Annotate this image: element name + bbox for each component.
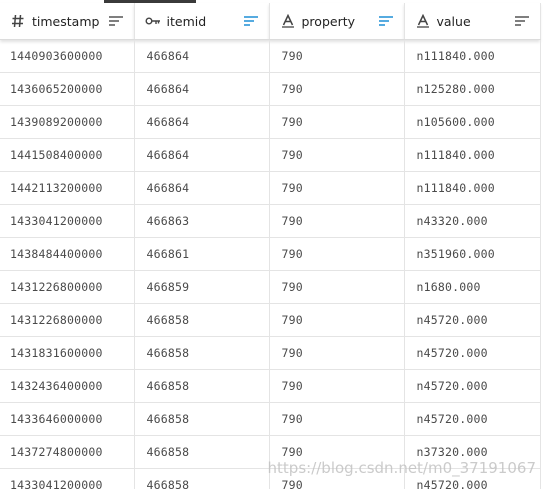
cell-timestamp[interactable]: 1440903600000	[0, 39, 135, 73]
cell-timestamp[interactable]: 1438484400000	[0, 237, 135, 271]
table-row[interactable]: 1431226800000 466859 790 n1680.000	[0, 270, 541, 304]
column-label-property: property	[301, 13, 356, 29]
cell-property[interactable]: 790	[269, 369, 405, 403]
table-row[interactable]: 1431226800000 466858 790 n45720.000	[0, 303, 541, 337]
cell-value[interactable]: n37320.000	[404, 435, 541, 469]
cell-itemid[interactable]: 466858	[134, 468, 270, 489]
sort-icon[interactable]	[243, 14, 259, 28]
cell-value[interactable]: n1680.000	[404, 270, 541, 304]
cell-value[interactable]: n111840.000	[404, 138, 541, 172]
text-type-icon	[415, 13, 431, 29]
cell-value[interactable]: n45720.000	[404, 336, 541, 370]
table-row[interactable]: 1433646000000 466858 790 n45720.000	[0, 402, 541, 436]
cell-timestamp[interactable]: 1431226800000	[0, 303, 135, 337]
cell-property[interactable]: 790	[269, 72, 405, 106]
sort-icon[interactable]	[108, 14, 124, 28]
cell-timestamp[interactable]: 1431831600000	[0, 336, 135, 370]
data-table-view: timestamp itemid property value 14409036…	[0, 0, 544, 489]
cell-itemid[interactable]: 466864	[134, 72, 270, 106]
column-header-timestamp[interactable]: timestamp	[0, 3, 135, 40]
cell-itemid[interactable]: 466864	[134, 138, 270, 172]
table-body: 1440903600000 466864 790 n111840.000 1436065…	[0, 39, 541, 489]
cell-value[interactable]: n105600.000	[404, 105, 541, 139]
sort-icon[interactable]	[378, 14, 394, 28]
column-label-value: value	[436, 13, 471, 29]
cell-value[interactable]: n125280.000	[404, 72, 541, 106]
table-row[interactable]: 1439089200000 466864 790 n105600.000	[0, 105, 541, 139]
table-row[interactable]: 1433041200000 466863 790 n43320.000	[0, 204, 541, 238]
cell-property[interactable]: 790	[269, 303, 405, 337]
cell-value[interactable]: n45720.000	[404, 402, 541, 436]
cell-property[interactable]: 790	[269, 270, 405, 304]
cell-value[interactable]: n43320.000	[404, 204, 541, 238]
cell-value[interactable]: n45720.000	[404, 303, 541, 337]
cell-itemid[interactable]: 466864	[134, 171, 270, 205]
table-row[interactable]: 1433041200000 466858 790 n45720.000	[0, 468, 541, 489]
cell-property[interactable]: 790	[269, 105, 405, 139]
cell-value[interactable]: n111840.000	[404, 171, 541, 205]
cell-value[interactable]: n111840.000	[404, 39, 541, 73]
cell-timestamp[interactable]: 1436065200000	[0, 72, 135, 106]
cell-itemid[interactable]: 466858	[134, 336, 270, 370]
cell-itemid[interactable]: 466858	[134, 303, 270, 337]
cell-property[interactable]: 790	[269, 39, 405, 73]
cell-timestamp[interactable]: 1433041200000	[0, 204, 135, 238]
cell-timestamp[interactable]: 1433041200000	[0, 468, 135, 489]
cell-property[interactable]: 790	[269, 204, 405, 238]
data-table: timestamp itemid property value 14409036…	[0, 3, 541, 489]
table-row[interactable]: 1436065200000 466864 790 n125280.000	[0, 72, 541, 106]
column-header-itemid[interactable]: itemid	[134, 3, 270, 40]
cell-value[interactable]: n45720.000	[404, 369, 541, 403]
cell-value[interactable]: n45720.000	[404, 468, 541, 489]
table-row[interactable]: 1432436400000 466858 790 n45720.000	[0, 369, 541, 403]
table-header: timestamp itemid property value	[0, 3, 541, 40]
cell-timestamp[interactable]: 1441508400000	[0, 138, 135, 172]
hash-icon	[10, 13, 26, 29]
cell-timestamp[interactable]: 1431226800000	[0, 270, 135, 304]
cell-timestamp[interactable]: 1439089200000	[0, 105, 135, 139]
cell-itemid[interactable]: 466859	[134, 270, 270, 304]
table-row[interactable]: 1437274800000 466858 790 n37320.000	[0, 435, 541, 469]
cell-itemid[interactable]: 466858	[134, 402, 270, 436]
cell-property[interactable]: 790	[269, 435, 405, 469]
cell-timestamp[interactable]: 1442113200000	[0, 171, 135, 205]
cell-itemid[interactable]: 466858	[134, 435, 270, 469]
table-row[interactable]: 1441508400000 466864 790 n111840.000	[0, 138, 541, 172]
cell-timestamp[interactable]: 1437274800000	[0, 435, 135, 469]
column-label-timestamp: timestamp	[32, 13, 100, 29]
cell-property[interactable]: 790	[269, 336, 405, 370]
cell-itemid[interactable]: 466861	[134, 237, 270, 271]
sort-icon[interactable]	[514, 14, 530, 28]
column-header-value[interactable]: value	[404, 3, 541, 40]
key-icon	[145, 13, 161, 29]
cell-timestamp[interactable]: 1432436400000	[0, 369, 135, 403]
text-type-icon	[280, 13, 296, 29]
table-row[interactable]: 1438484400000 466861 790 n351960.000	[0, 237, 541, 271]
cell-itemid[interactable]: 466864	[134, 105, 270, 139]
table-row[interactable]: 1442113200000 466864 790 n111840.000	[0, 171, 541, 205]
cell-property[interactable]: 790	[269, 468, 405, 489]
cell-property[interactable]: 790	[269, 237, 405, 271]
header-row: timestamp itemid property value	[0, 3, 541, 40]
cell-property[interactable]: 790	[269, 138, 405, 172]
cell-timestamp[interactable]: 1433646000000	[0, 402, 135, 436]
cell-itemid[interactable]: 466864	[134, 39, 270, 73]
table-row[interactable]: 1440903600000 466864 790 n111840.000	[0, 39, 541, 73]
cell-property[interactable]: 790	[269, 171, 405, 205]
column-header-property[interactable]: property	[269, 3, 405, 40]
cell-itemid[interactable]: 466858	[134, 369, 270, 403]
cell-value[interactable]: n351960.000	[404, 237, 541, 271]
column-label-itemid: itemid	[166, 13, 207, 29]
cell-itemid[interactable]: 466863	[134, 204, 270, 238]
table-row[interactable]: 1431831600000 466858 790 n45720.000	[0, 336, 541, 370]
cell-property[interactable]: 790	[269, 402, 405, 436]
